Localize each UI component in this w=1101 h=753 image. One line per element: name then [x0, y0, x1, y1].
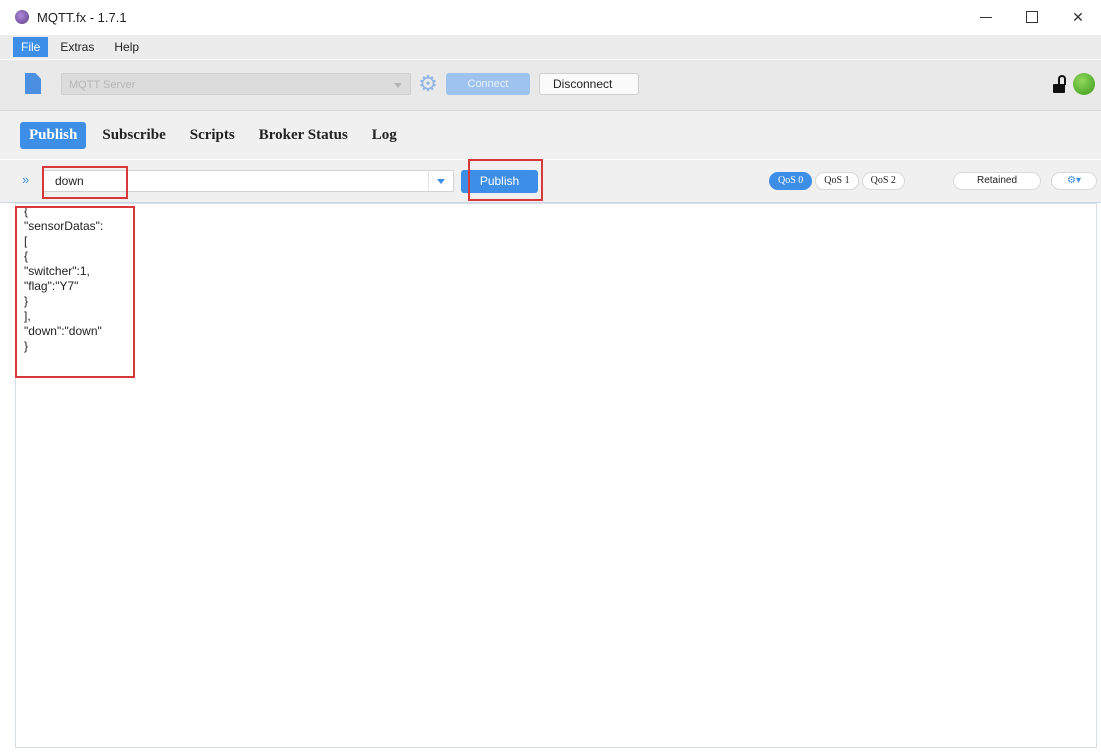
tab-scripts[interactable]: Scripts	[182, 122, 243, 149]
payload-editor[interactable]: { "sensorDatas": [ { "switcher":1, "flag…	[15, 203, 1097, 748]
tab-publish[interactable]: Publish	[20, 121, 87, 149]
topic-dropdown-button[interactable]	[428, 171, 453, 191]
payload-line: ],	[24, 309, 31, 323]
qos-selector: QoS 0 QoS 1 QoS 2	[769, 172, 908, 190]
tab-log[interactable]: Log	[364, 122, 405, 149]
expand-icon[interactable]: »	[22, 172, 29, 187]
connection-toolbar: MQTT Server ⚙ Connect Disconnect	[0, 60, 1101, 111]
title-bar: MQTT.fx - 1.7.1 ✕	[0, 0, 1101, 34]
payload-line: }	[24, 339, 29, 353]
close-button[interactable]: ✕	[1055, 0, 1101, 34]
chevron-down-icon	[437, 179, 445, 184]
publish-toolbar: » down Publish QoS 0 QoS 1 QoS 2 Retaine…	[0, 160, 1101, 203]
publish-button[interactable]: Publish	[461, 170, 538, 193]
menu-file[interactable]: File	[13, 37, 49, 57]
close-icon: ✕	[1072, 8, 1084, 25]
connection-profile-value: MQTT Server	[69, 79, 136, 91]
tab-subscribe[interactable]: Subscribe	[94, 122, 173, 149]
payload-line: }	[24, 294, 29, 308]
main-tabs: Publish Subscribe Scripts Broker Status …	[0, 111, 1101, 159]
qos-0-button[interactable]: QoS 0	[769, 172, 813, 190]
maximize-button[interactable]	[1009, 0, 1055, 34]
payload-line: "flag":"Y7"	[24, 279, 79, 293]
payload-line: "switcher":1,	[24, 264, 90, 278]
menu-help[interactable]: Help	[106, 37, 147, 57]
topic-value: down	[55, 174, 84, 188]
edit-profile-icon[interactable]	[25, 73, 41, 94]
payload-line: "down":"down"	[24, 324, 102, 338]
qos-1-button[interactable]: QoS 1	[815, 172, 859, 190]
minimize-button[interactable]	[963, 0, 1009, 34]
mqttfx-logo-icon	[15, 10, 29, 24]
tab-broker-status[interactable]: Broker Status	[251, 122, 356, 149]
minimize-icon	[980, 16, 992, 18]
menu-extras[interactable]: Extras	[52, 37, 102, 57]
connect-button[interactable]: Connect	[446, 73, 530, 95]
maximize-icon	[1026, 11, 1038, 23]
window-title: MQTT.fx - 1.7.1	[37, 9, 127, 25]
connection-profile-select[interactable]: MQTT Server	[61, 73, 411, 95]
unlock-icon	[1053, 75, 1067, 93]
connection-status-indicator	[1073, 73, 1095, 95]
chevron-down-icon	[394, 83, 402, 88]
gear-icon[interactable]: ⚙	[416, 72, 440, 96]
window-controls: ✕	[963, 0, 1101, 34]
settings-dropdown-icon[interactable]: ⚙▾	[1051, 172, 1097, 190]
retained-toggle[interactable]: Retained	[953, 172, 1041, 190]
app-window: MQTT.fx - 1.7.1 ✕ File Extras Help MQTT …	[0, 0, 1101, 753]
menu-bar: File Extras Help	[0, 35, 1101, 59]
topic-input[interactable]: down	[42, 170, 454, 192]
payload-line: {	[24, 204, 29, 218]
disconnect-button[interactable]: Disconnect	[539, 73, 639, 95]
payload-line: "sensorDatas":	[24, 219, 104, 233]
payload-lines: { "sensorDatas": [ { "switcher":1, "flag…	[16, 204, 1096, 354]
qos-2-button[interactable]: QoS 2	[861, 172, 905, 190]
payload-line: {	[24, 249, 29, 263]
payload-line: [	[24, 234, 28, 248]
